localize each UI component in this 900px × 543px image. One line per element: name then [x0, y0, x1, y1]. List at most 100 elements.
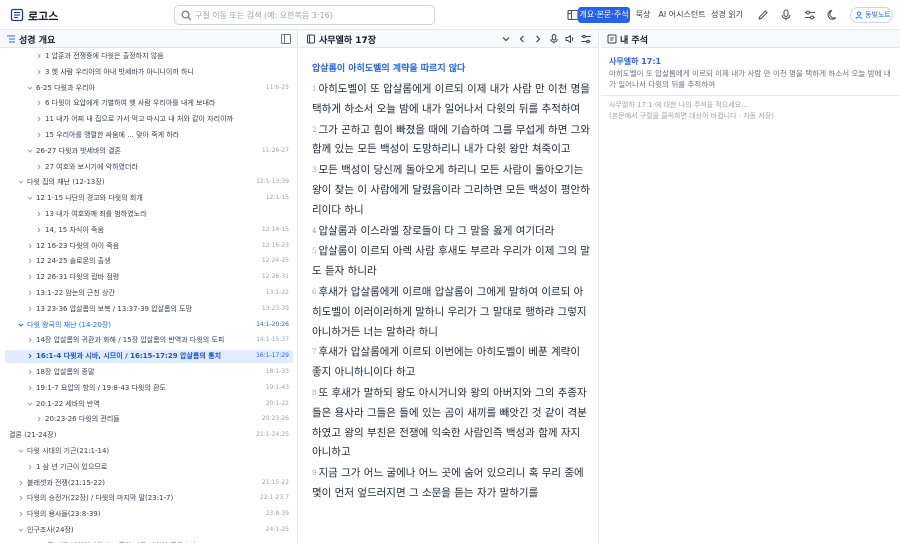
outline-item[interactable]: 1 삼 년 기근이 있으므로: [5, 461, 293, 474]
chevron-right-icon[interactable]: [27, 337, 33, 343]
pen-icon[interactable]: [756, 8, 770, 22]
chevron-right-icon[interactable]: [36, 69, 42, 75]
settings-sliders-icon[interactable]: [803, 8, 817, 22]
outline-item[interactable]: 20:1-22 세바의 반역 20:1-22: [5, 398, 293, 411]
search-input[interactable]: [195, 8, 431, 22]
outline-item[interactable]: 26-27 다윗과 밧세바의 결혼 11:26-27: [5, 145, 293, 158]
chevron-right-icon[interactable]: [18, 495, 24, 501]
outline-item[interactable]: 12 16-23 다윗의 아이 죽음 12:16-23: [5, 240, 293, 253]
mode-button-bible-reading[interactable]: 성경 읽기: [709, 7, 745, 23]
next-chapter-icon[interactable]: [532, 33, 544, 45]
outline-item[interactable]: 블레셋과 전쟁(21:15-22) 21:15-22: [5, 477, 293, 490]
chevron-right-icon[interactable]: [27, 353, 33, 359]
outline-item[interactable]: 18장 압살롬의 종말 18:1-33: [5, 366, 293, 379]
chevron-down-icon[interactable]: [18, 448, 24, 454]
verse[interactable]: 7 후새가 압살롬에게 이르되 이번에는 아히도벨이 베푼 계략이 좋지 아니하니…: [312, 343, 590, 383]
mode-button-meditation[interactable]: 묵상: [632, 7, 654, 23]
outline-item[interactable]: 다윗의 승전가(22장) / 다윗의 마지막 말(23:1-7) 22:1-23:…: [5, 492, 293, 505]
outline-item[interactable]: 다윗 시대의 기근(21:1-14): [5, 445, 293, 458]
collapse-panel-icon[interactable]: [280, 33, 292, 45]
verse-number: 7: [312, 348, 317, 357]
outline-item-label: 다윗 집의 재난 (12-13장): [27, 178, 105, 187]
verse[interactable]: 6 후새가 압살롬에게 이르매 압살롬이 그에게 말하여 이르되 아히도벨이 이러…: [312, 283, 590, 342]
verse[interactable]: 8또 후새가 말하되 왕도 아시거니와 왕의 아버지와 그의 추종자들은 용사라…: [312, 384, 590, 463]
outline-item-label: 다윗 시대의 기근(21:1-14): [27, 447, 110, 455]
chevron-right-icon[interactable]: [36, 211, 42, 217]
outline-item-reference: 13:23-39: [261, 304, 289, 312]
top-bar: 로고스 개요·본문·주석 묵상 AI 어시스턴트 성경 읽기: [0, 0, 900, 30]
chevron-down-icon[interactable]: [27, 401, 33, 407]
chevron-right-icon[interactable]: [36, 227, 42, 233]
outline-item-reference: 12:1-15: [265, 194, 289, 202]
outline-item[interactable]: 14장 압살롬의 귀환과 화해 / 15장 압살롬의 반역과 다윗의 도피 14:…: [5, 334, 293, 347]
mode-button-outline-text-notes[interactable]: 개요·본문·주석: [578, 7, 630, 23]
verse[interactable]: 5 압살롬이 이르되 아렉 사람 후새도 부르라 우리가 이제 그의 말도 듣자 …: [312, 242, 590, 282]
chevron-right-icon[interactable]: [27, 258, 33, 264]
chevron-right-icon[interactable]: [27, 369, 33, 375]
outline-item[interactable]: 다윗 왕국의 재난 (14-20장) 14:1-20:26: [5, 319, 293, 332]
chevron-right-icon[interactable]: [36, 416, 42, 422]
chevron-right-icon[interactable]: [36, 116, 42, 122]
outline-item[interactable]: 6-25 다윗과 우리아 11:6-25: [5, 82, 293, 95]
text-settings-icon[interactable]: [580, 33, 592, 45]
verse[interactable]: 3 모든 백성이 당신께 돌아오게 하리니 모든 사람이 돌아오기는 왕이 찾는 …: [312, 161, 590, 220]
chevron-right-icon[interactable]: [27, 274, 33, 280]
outline-item[interactable]: 다윗 집의 재난 (12-13장) 12:1-13:39: [5, 176, 293, 189]
outline-item[interactable]: 19:1-7 요압의 항의 / 19:8-43 다윗의 환도 19:1-43: [5, 382, 293, 395]
chevron-down-icon[interactable]: [18, 527, 24, 533]
verse[interactable]: 2 그가 곤하고 힘이 빠졌을 때에 기습하여 그를 무섭게 하면 그와 함께 있…: [312, 121, 590, 161]
outline-item[interactable]: 12 1-15 나단의 경고와 다윗의 회개 12:1-15: [5, 192, 293, 205]
chevron-right-icon[interactable]: [27, 243, 33, 249]
verse-number: 1: [312, 85, 317, 93]
chevron-right-icon[interactable]: [18, 511, 24, 517]
chevron-right-icon[interactable]: [18, 480, 24, 486]
outline-item[interactable]: 15 우리아를 맹렬한 싸움에 ... 맞아 죽게 하라: [5, 129, 293, 142]
profile-button[interactable]: 동빛노트: [850, 7, 893, 23]
chevron-right-icon[interactable]: [27, 306, 33, 312]
chevron-right-icon[interactable]: [36, 53, 42, 59]
chevron-down-icon[interactable]: [27, 148, 33, 154]
mode-button-ai-assistant[interactable]: AI 어시스턴트: [658, 7, 706, 23]
outline-item[interactable]: 3 헷 사람 우리아의 아내 밧세바가 아니니이까 하니: [5, 66, 293, 79]
chevron-down-icon[interactable]: [500, 33, 512, 45]
chevron-right-icon[interactable]: [27, 464, 33, 470]
moon-icon[interactable]: [826, 8, 840, 22]
chevron-down-icon[interactable]: [18, 322, 24, 328]
verse[interactable]: 4 압살롬과 이스라엘 장로들이 다 그 말을 옳게 여기더라: [312, 222, 590, 242]
read-aloud-icon[interactable]: [564, 33, 576, 45]
outline-item[interactable]: 1 압훈과 전쟁중에 다윗은 출정하지 않음: [5, 50, 293, 63]
outline-item[interactable]: 13 내가 여호와께 죄를 범하였노라: [5, 208, 293, 221]
outline-item[interactable]: 11 내가 어찌 내 집으로 가서 먹고 마시고 내 처와 같이 자리이까: [5, 113, 293, 126]
outline-item[interactable]: 20:23-26 다윗의 관리들 20:23-26: [5, 413, 293, 426]
note-editor[interactable]: [609, 100, 894, 140]
chevron-right-icon[interactable]: [36, 132, 42, 138]
verse[interactable]: 1 아히도벨이 또 압살롬에게 이르되 이제 내가 사람 만 이천 명을 택하게 …: [312, 80, 590, 120]
outline-item[interactable]: 13 23-36 압살롬의 보복 / 13:37-39 압살롬의 도망 13:23…: [5, 303, 293, 316]
outline-item[interactable]: 다윗의 용사들(23:8-39) 23:8-39: [5, 508, 293, 521]
microphone-icon[interactable]: [779, 8, 793, 22]
outline-item-selected[interactable]: 16:1-4 다윗과 시바, 시므이 / 16:15-17:29 압살롬의 통치…: [5, 350, 293, 364]
outline-item[interactable]: 12 26-31 다윗의 랍바 점령 12:26-31: [5, 271, 293, 284]
chevron-down-icon[interactable]: [18, 179, 24, 185]
previous-chapter-icon[interactable]: [516, 33, 528, 45]
outline-item[interactable]: 결론 (21-24장) 21:1-24:25: [5, 429, 293, 442]
verse[interactable]: 9 지금 그가 어느 굴에나 어느 곳에 숨어 있으리니 혹 무리 중에 몇이 먼…: [312, 464, 590, 504]
chevron-right-icon[interactable]: [36, 164, 42, 170]
chevron-down-icon[interactable]: [27, 85, 33, 91]
search-box[interactable]: [174, 5, 435, 25]
chevron-right-icon[interactable]: [27, 385, 33, 391]
verse-text: 그가 곤하고 힘이 빠졌을 때에 기습하여 그를 무섭게 하면 그와 함께 있는…: [312, 123, 591, 156]
outline-item[interactable]: 12 24-25 솔로몬의 출생 12:24-25: [5, 255, 293, 268]
outline-item[interactable]: 13:1-22 암논의 근친 상간 13:1-22: [5, 287, 293, 300]
chevron-down-icon[interactable]: [27, 195, 33, 201]
outline-item[interactable]: 인구조사(24장) 24:1-25: [5, 524, 293, 537]
outline-item[interactable]: 14, 15 자식이 죽음 12:14-15: [5, 224, 293, 237]
chevron-right-icon[interactable]: [36, 100, 42, 106]
microphone-icon[interactable]: [548, 33, 560, 45]
outline-item[interactable]: 27 여호와 보시기에 악하였더라: [5, 161, 293, 174]
search-icon: [181, 10, 192, 21]
divider: [601, 95, 900, 96]
outline-item[interactable]: 6 다윗이 요압에게 기별하여 헷 사람 우리아를 내게 보내라: [5, 97, 293, 110]
chevron-right-icon[interactable]: [27, 290, 33, 296]
outline-item-label: 19:1-7 요압의 항의 / 19:8-43 다윗의 환도: [36, 383, 166, 392]
